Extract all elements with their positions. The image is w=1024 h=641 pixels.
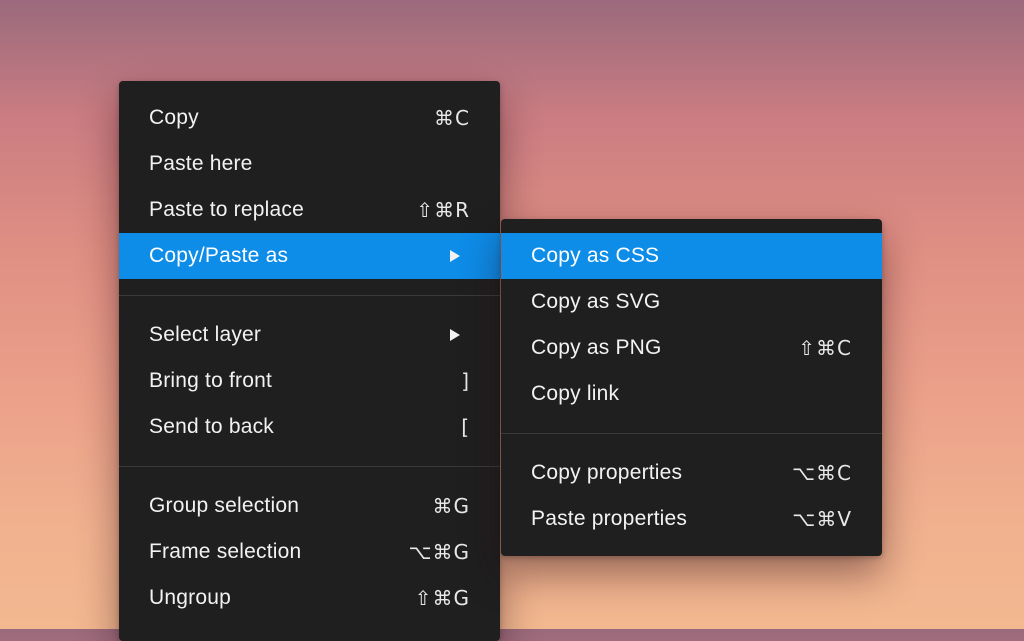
menu-item-label: Send to back — [149, 415, 274, 438]
menu-item-label: Paste here — [149, 152, 253, 175]
menu-item-shortcut: ⌥⌘G — [408, 540, 470, 564]
menu-item-frame-selection[interactable]: Frame selection ⌥⌘G — [119, 529, 500, 575]
submenu-arrow-icon — [450, 250, 460, 262]
menu-item-shortcut: ⌥⌘V — [792, 507, 852, 531]
menu-item-label: Copy/Paste as — [149, 244, 289, 267]
menu-item-label: Paste to replace — [149, 198, 304, 221]
menu-item-paste-here[interactable]: Paste here — [119, 141, 500, 187]
menu-item-label: Copy properties — [531, 461, 683, 484]
menu-item-paste-properties[interactable]: Paste properties ⌥⌘V — [501, 496, 882, 542]
submenu-arrow-icon — [450, 329, 460, 341]
menu-item-shortcut: ⇧⌘R — [416, 198, 470, 222]
menu-item-label: Bring to front — [149, 369, 273, 392]
menu-item-send-to-back[interactable]: Send to back [ — [119, 404, 500, 450]
menu-item-label: Select layer — [149, 323, 262, 346]
menu-item-label: Frame selection — [149, 540, 302, 563]
menu-item-label: Copy as PNG — [531, 336, 662, 359]
menu-item-copy-properties[interactable]: Copy properties ⌥⌘C — [501, 450, 882, 496]
menu-item-copy[interactable]: Copy ⌘C — [119, 95, 500, 141]
menu-item-copy-link[interactable]: Copy link — [501, 371, 882, 417]
menu-item-shortcut: ⌥⌘C — [791, 461, 852, 485]
menu-item-copy-as-svg[interactable]: Copy as SVG — [501, 279, 882, 325]
menu-item-shortcut: [ — [461, 415, 470, 439]
menu-item-label: Copy as SVG — [531, 290, 661, 313]
context-menu: Copy ⌘C Paste here Paste to replace ⇧⌘R … — [119, 81, 500, 641]
menu-item-copy-as-css[interactable]: Copy as CSS — [501, 233, 882, 279]
menu-item-label: Copy as CSS — [531, 244, 660, 267]
menu-item-label: Paste properties — [531, 507, 688, 530]
menu-item-group-selection[interactable]: Group selection ⌘G — [119, 483, 500, 529]
menu-item-ungroup[interactable]: Ungroup ⇧⌘G — [119, 575, 500, 621]
menu-item-label: Copy link — [531, 382, 620, 405]
menu-item-label: Ungroup — [149, 586, 231, 609]
menu-item-paste-to-replace[interactable]: Paste to replace ⇧⌘R — [119, 187, 500, 233]
menu-separator — [501, 433, 882, 434]
menu-item-shortcut: ⌘G — [432, 494, 470, 518]
menu-separator — [119, 466, 500, 467]
menu-item-bring-to-front[interactable]: Bring to front ] — [119, 358, 500, 404]
menu-item-shortcut: ⌘C — [434, 106, 470, 130]
copy-paste-as-submenu: Copy as CSS Copy as SVG Copy as PNG ⇧⌘C … — [501, 219, 882, 556]
menu-item-copy-paste-as[interactable]: Copy/Paste as — [119, 233, 500, 279]
menu-item-copy-as-png[interactable]: Copy as PNG ⇧⌘C — [501, 325, 882, 371]
menu-item-shortcut: ] — [461, 369, 470, 393]
menu-item-label: Group selection — [149, 494, 300, 517]
menu-item-shortcut: ⇧⌘C — [798, 336, 852, 360]
menu-separator — [119, 295, 500, 296]
menu-item-shortcut: ⇧⌘G — [414, 586, 470, 610]
menu-item-select-layer[interactable]: Select layer — [119, 312, 500, 358]
menu-item-label: Copy — [149, 106, 199, 129]
